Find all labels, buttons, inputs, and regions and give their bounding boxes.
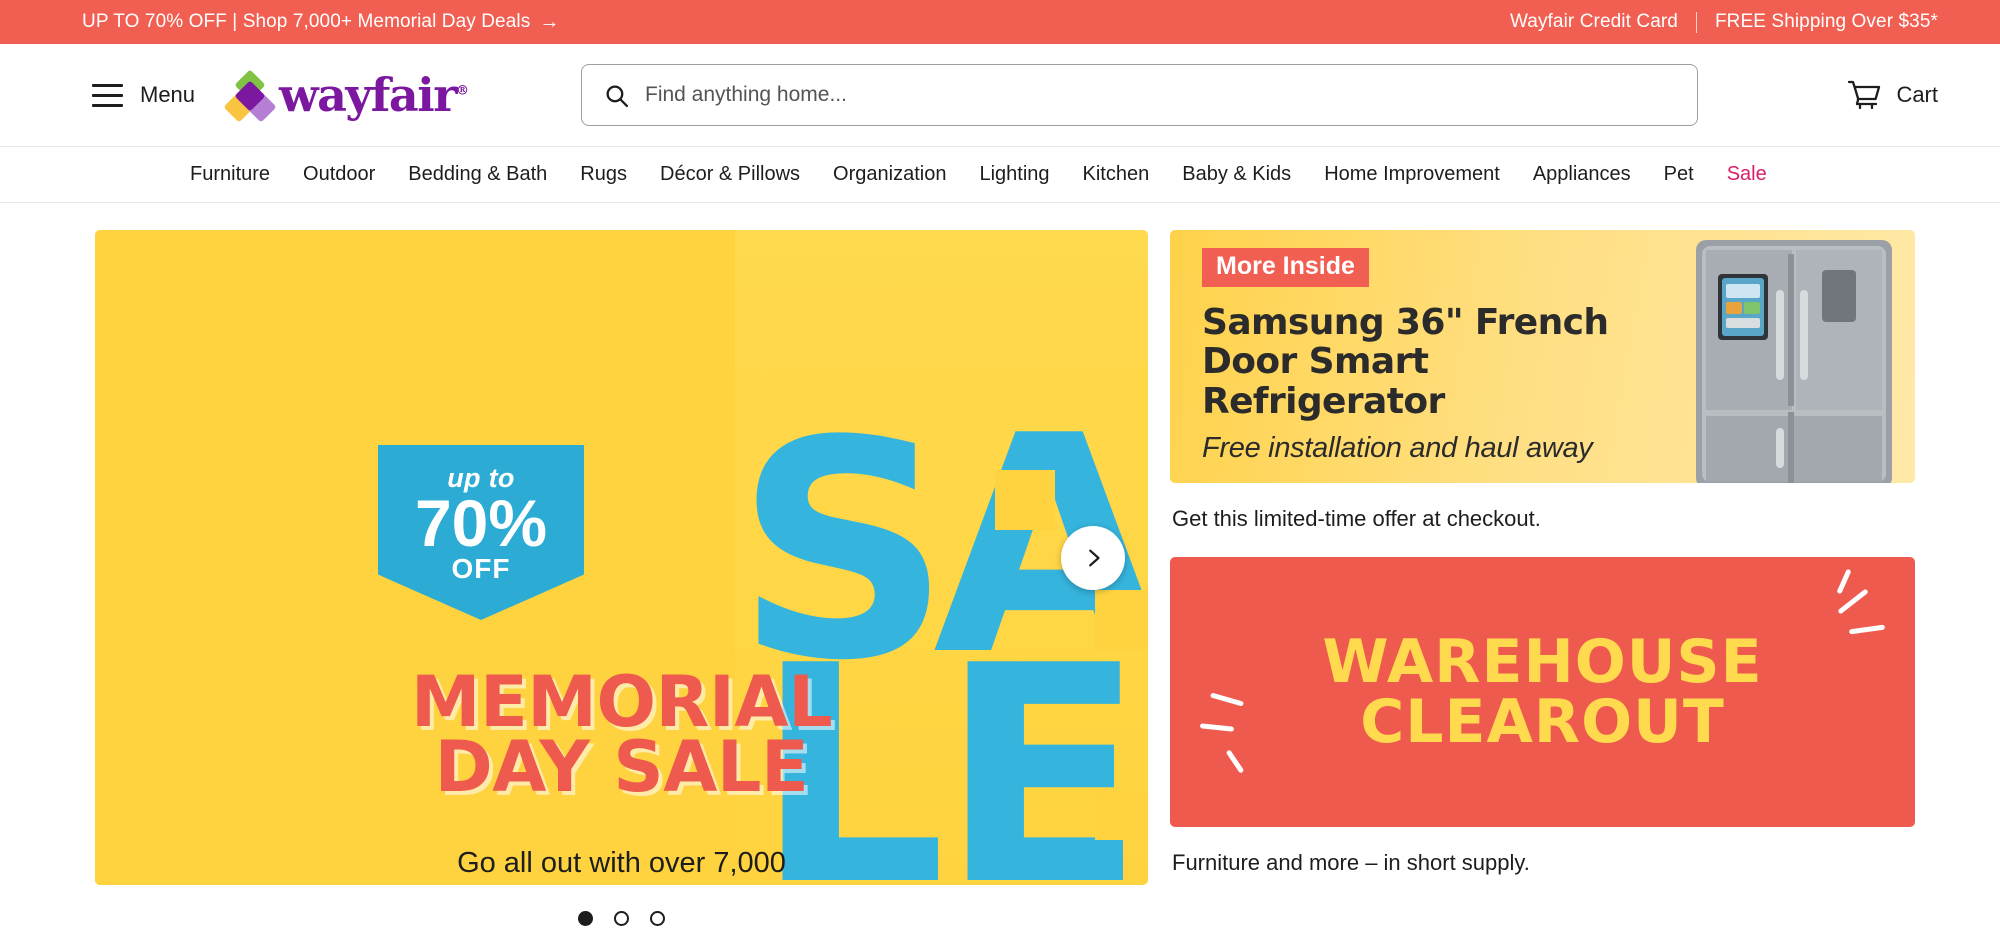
promo-divider bbox=[1695, 11, 1697, 33]
wayfair-logo-mark-icon bbox=[223, 69, 277, 123]
nav-item-rugs[interactable]: Rugs bbox=[580, 163, 627, 186]
promo-deals-link[interactable]: UP TO 70% OFF | Shop 7,000+ Memorial Day… bbox=[82, 11, 559, 33]
arrow-right-icon: → bbox=[539, 11, 560, 33]
nav-item-furniture[interactable]: Furniture bbox=[190, 163, 270, 186]
wayfair-logo-text: wayfair® bbox=[279, 68, 469, 122]
nav-item-home-improvement[interactable]: Home Improvement bbox=[1324, 163, 1500, 186]
shopping-cart-icon bbox=[1848, 80, 1881, 109]
nav-item-organization[interactable]: Organization bbox=[833, 163, 946, 186]
nav-item-appliances[interactable]: Appliances bbox=[1533, 163, 1631, 186]
hero-carousel-region: S A L E up to 70% OFF MEMORIAL DAY SALE … bbox=[95, 230, 1148, 926]
fridge-card-title: Samsung 36" French Door Smart Refrigerat… bbox=[1202, 303, 1680, 421]
search-input[interactable] bbox=[645, 83, 1675, 107]
free-shipping-link[interactable]: FREE Shipping Over $35* bbox=[1715, 11, 1938, 33]
cart-button[interactable]: Cart bbox=[1847, 80, 1938, 111]
category-nav: Furniture Outdoor Bedding & Bath Rugs Dé… bbox=[0, 147, 2000, 203]
promo-card-warehouse-clearout[interactable]: WAREHOUSE CLEAROUT bbox=[1170, 557, 1915, 827]
nav-item-lighting[interactable]: Lighting bbox=[979, 163, 1049, 186]
menu-button[interactable]: Menu bbox=[92, 82, 195, 108]
hero-sale-letters-graphic: S A L E bbox=[95, 230, 1148, 885]
clearout-line1: WAREHOUSE bbox=[1322, 627, 1763, 697]
promo-links: Wayfair Credit Card FREE Shipping Over $… bbox=[1510, 11, 1938, 33]
clearout-card-caption: Furniture and more – in short supply. bbox=[1172, 850, 1530, 875]
nav-item-bedding-bath[interactable]: Bedding & Bath bbox=[408, 163, 547, 186]
carousel-dot-2[interactable] bbox=[614, 911, 629, 926]
nav-item-decor-pillows[interactable]: Décor & Pillows bbox=[660, 163, 800, 186]
nav-item-baby-kids[interactable]: Baby & Kids bbox=[1182, 163, 1291, 186]
search-bar[interactable] bbox=[581, 64, 1698, 126]
more-inside-badge: More Inside bbox=[1202, 248, 1369, 288]
carousel-dot-3[interactable] bbox=[650, 911, 665, 926]
cart-label: Cart bbox=[1896, 82, 1938, 107]
promo-card-samsung-refrigerator[interactable]: More Inside Samsung 36" French Door Smar… bbox=[1170, 230, 1915, 483]
fridge-card-subtitle: Free installation and haul away bbox=[1202, 431, 1593, 464]
refrigerator-image bbox=[1696, 240, 1892, 483]
registered-trademark-icon: ® bbox=[455, 83, 469, 99]
clearout-line2: CLEAROUT bbox=[1360, 687, 1725, 757]
wayfair-credit-card-link[interactable]: Wayfair Credit Card bbox=[1510, 11, 1678, 33]
hero-subtitle-line1: Go all out with over 7,000 bbox=[457, 847, 786, 879]
hero-subtitle: Go all out with over 7,000 start-of-summ… bbox=[95, 845, 1148, 885]
clearout-card-text: WAREHOUSE CLEAROUT bbox=[1322, 632, 1762, 752]
nav-item-sale[interactable]: Sale bbox=[1727, 163, 1767, 186]
side-promo-column: More Inside Samsung 36" French Door Smar… bbox=[1170, 230, 1915, 926]
carousel-dot-1[interactable] bbox=[578, 911, 593, 926]
hero-banner-memorial-day-sale[interactable]: S A L E up to 70% OFF MEMORIAL DAY SALE … bbox=[95, 230, 1148, 885]
nav-item-pet[interactable]: Pet bbox=[1664, 163, 1694, 186]
nav-item-kitchen[interactable]: Kitchen bbox=[1083, 163, 1150, 186]
top-promo-bar: UP TO 70% OFF | Shop 7,000+ Memorial Day… bbox=[0, 0, 2000, 44]
fridge-title-line1: Samsung 36" French bbox=[1202, 302, 1609, 344]
fridge-card-caption: Get this limited-time offer at checkout. bbox=[1172, 506, 1541, 531]
carousel-dots bbox=[95, 911, 1148, 926]
carousel-next-button[interactable] bbox=[1061, 525, 1125, 590]
menu-button-label: Menu bbox=[140, 82, 196, 107]
main-content: S A L E up to 70% OFF MEMORIAL DAY SALE … bbox=[0, 203, 2000, 926]
fridge-title-line2: Door Smart Refrigerator bbox=[1202, 341, 1445, 422]
ribbon-percent-value: 70% bbox=[414, 486, 548, 560]
nav-item-outdoor[interactable]: Outdoor bbox=[303, 163, 375, 186]
search-icon bbox=[606, 85, 629, 107]
hamburger-icon bbox=[92, 83, 123, 107]
chevron-right-icon bbox=[1089, 549, 1100, 566]
promo-deals-text: UP TO 70% OFF | Shop 7,000+ Memorial Day… bbox=[82, 11, 531, 32]
ribbon-off-label: OFF bbox=[451, 552, 511, 584]
site-header: Menu wayfair® Cart bbox=[0, 44, 2000, 147]
wayfair-logo[interactable]: wayfair® bbox=[223, 68, 469, 123]
hero-subtitle-line2: start-of-summer deals. bbox=[476, 884, 766, 885]
